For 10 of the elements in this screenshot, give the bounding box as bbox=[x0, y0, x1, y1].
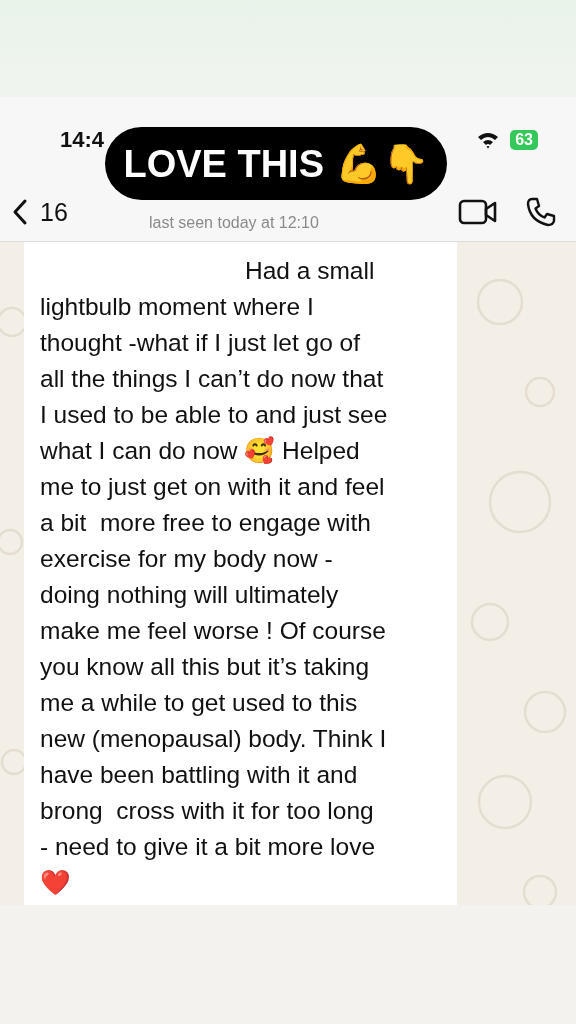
status-time: 14:4 bbox=[60, 127, 105, 153]
message-text: Had a small lightbulb moment where I thought -what if I just let go of all the things I can’t do now that I used to be able to and just see what I can do now 🥰 Helped me to just get on with it and feel a bit more free to engage with exercise for my body now - doing nothing will ultimately make me feel worse ! Of course you know all this but it’s taking me a while to get used to this new (menopausal) body. Think I have been battling with it and brong cross with it for too long - need to give it a bit more love ❤ bbox=[40, 256, 389, 898]
last-seen-text: last seen today at 12:10 bbox=[147, 213, 320, 232]
back-button[interactable]: 16 bbox=[12, 197, 68, 227]
video-call-icon[interactable] bbox=[458, 199, 498, 225]
wifi-icon bbox=[476, 131, 501, 149]
love-this-sticker: LOVE THIS 💪👇 bbox=[105, 127, 447, 200]
phone-icon[interactable] bbox=[526, 197, 556, 227]
battery-level: 63 bbox=[510, 130, 538, 150]
back-chevron-icon bbox=[12, 198, 28, 226]
